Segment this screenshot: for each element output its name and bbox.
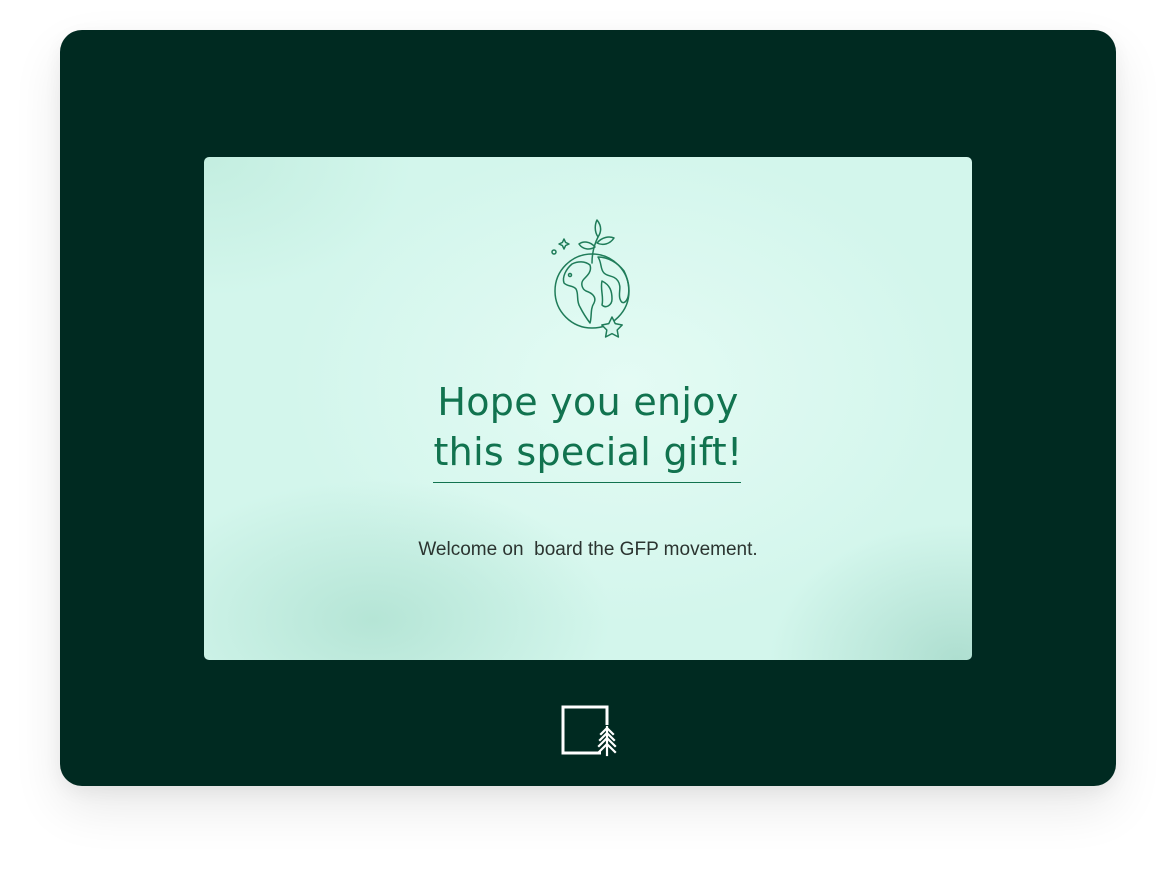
welcome-message: Welcome on board the GFP movement. (418, 539, 758, 560)
gift-heading: Hope you enjoy this special gift! (204, 377, 972, 477)
gift-heading-line-1: Hope you enjoy (437, 380, 739, 424)
heading-underline (433, 482, 741, 483)
earth-with-sprout-icon (551, 219, 630, 338)
tree-frame-logo (561, 705, 617, 757)
dark-frame: Hope you enjoy this special gift! Welcom… (60, 30, 1116, 786)
gift-card: Hope you enjoy this special gift! Welcom… (204, 157, 972, 660)
gift-heading-line-2: this special gift! (433, 430, 743, 474)
